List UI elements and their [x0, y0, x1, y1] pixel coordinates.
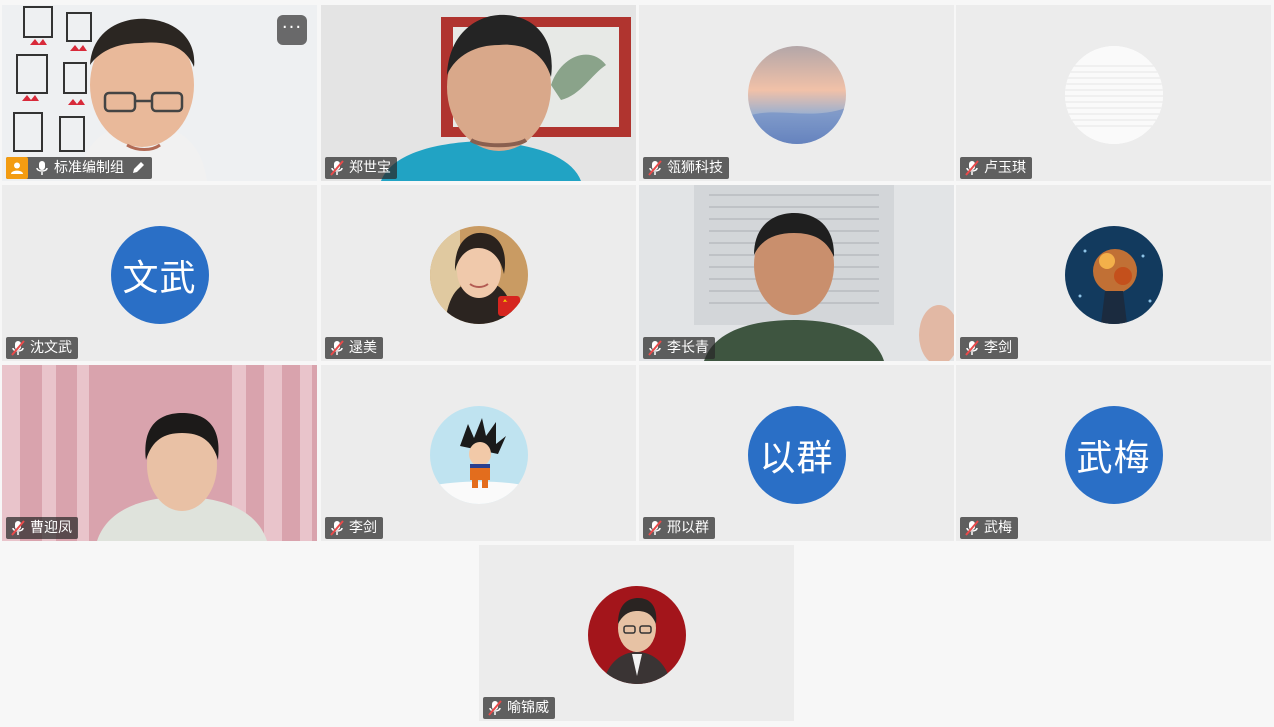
participant-name: 李长青	[667, 340, 709, 356]
tile-participant-1[interactable]: ··· 标准编制组	[2, 5, 317, 181]
video-feed	[639, 185, 954, 361]
participant-name: 卢玉琪	[984, 160, 1026, 176]
participant-avatar	[1064, 46, 1163, 144]
mic-muted-icon[interactable]	[964, 340, 980, 356]
participant-name-tag: 曹迎凤	[6, 517, 78, 539]
mic-muted-icon[interactable]	[964, 520, 980, 536]
mic-muted-icon[interactable]	[10, 340, 26, 356]
participant-name-tag: 喻锦威	[483, 697, 555, 719]
video-feed	[2, 365, 317, 541]
tile-participant-5[interactable]: 文武 沈文武	[2, 185, 317, 361]
participant-avatar: 武梅	[1064, 406, 1163, 504]
pencil-icon[interactable]	[130, 160, 146, 176]
participant-avatar	[1064, 226, 1163, 324]
participant-avatar	[587, 586, 686, 684]
participant-name-tag: 卢玉琪	[960, 157, 1032, 179]
participant-name-tag: 郑世宝	[325, 157, 397, 179]
participant-name: 沈文武	[30, 340, 72, 356]
tile-participant-7[interactable]: 李长青	[639, 185, 954, 361]
participant-avatar: 文武	[110, 226, 209, 324]
tile-participant-4[interactable]: 卢玉琪	[956, 5, 1271, 181]
mic-muted-icon[interactable]	[647, 160, 663, 176]
participant-name-tag: 武梅	[960, 517, 1018, 539]
participant-name: 邢以群	[667, 520, 709, 536]
video-feed	[2, 5, 317, 181]
more-options-button[interactable]: ···	[277, 15, 307, 45]
video-feed	[321, 5, 636, 181]
mic-icon[interactable]	[34, 160, 50, 176]
participant-name-tag: 沈文武	[6, 337, 78, 359]
tile-participant-11[interactable]: 以群 邢以群	[639, 365, 954, 541]
mic-muted-icon[interactable]	[647, 340, 663, 356]
participant-avatar	[429, 406, 528, 504]
tile-participant-10[interactable]: 李剑	[321, 365, 636, 541]
person-icon	[6, 157, 28, 179]
participant-name-tag: 邢以群	[643, 517, 715, 539]
participant-avatar: 以群	[747, 406, 846, 504]
participant-name-tag: 逯美	[325, 337, 383, 359]
mic-muted-icon[interactable]	[10, 520, 26, 536]
participant-name-tag: 李剑	[325, 517, 383, 539]
participant-avatar	[429, 226, 528, 324]
tile-participant-13[interactable]: 喻锦威	[479, 545, 794, 721]
mic-muted-icon[interactable]	[647, 520, 663, 536]
participant-name: 喻锦威	[507, 700, 549, 716]
participant-name: 武梅	[984, 520, 1012, 536]
video-grid: ··· 标准编制组 郑世宝 瓴狮科技 卢玉琪 文武 沈文武 逯美 李长青 李剑 …	[0, 0, 1274, 727]
tile-participant-2[interactable]: 郑世宝	[321, 5, 636, 181]
tile-participant-3[interactable]: 瓴狮科技	[639, 5, 954, 181]
tile-participant-9[interactable]: 曹迎凤	[2, 365, 317, 541]
mic-muted-icon[interactable]	[329, 340, 345, 356]
participant-avatar	[747, 46, 846, 144]
mic-muted-icon[interactable]	[487, 700, 503, 716]
participant-name: 逯美	[349, 340, 377, 356]
participant-name: 李剑	[349, 520, 377, 536]
participant-name: 瓴狮科技	[667, 160, 723, 176]
tile-participant-12[interactable]: 武梅 武梅	[956, 365, 1271, 541]
participant-name: 郑世宝	[349, 160, 391, 176]
tile-participant-6[interactable]: 逯美	[321, 185, 636, 361]
mic-muted-icon[interactable]	[964, 160, 980, 176]
tile-participant-8[interactable]: 李剑	[956, 185, 1271, 361]
participant-name-tag: 李长青	[643, 337, 715, 359]
participant-name-tag: 李剑	[960, 337, 1018, 359]
participant-name: 曹迎凤	[30, 520, 72, 536]
participant-name: 李剑	[984, 340, 1012, 356]
mic-muted-icon[interactable]	[329, 520, 345, 536]
participant-name-tag: 标准编制组	[6, 157, 152, 179]
participant-name-tag: 瓴狮科技	[643, 157, 729, 179]
mic-muted-icon[interactable]	[329, 160, 345, 176]
participant-name: 标准编制组	[54, 160, 124, 176]
